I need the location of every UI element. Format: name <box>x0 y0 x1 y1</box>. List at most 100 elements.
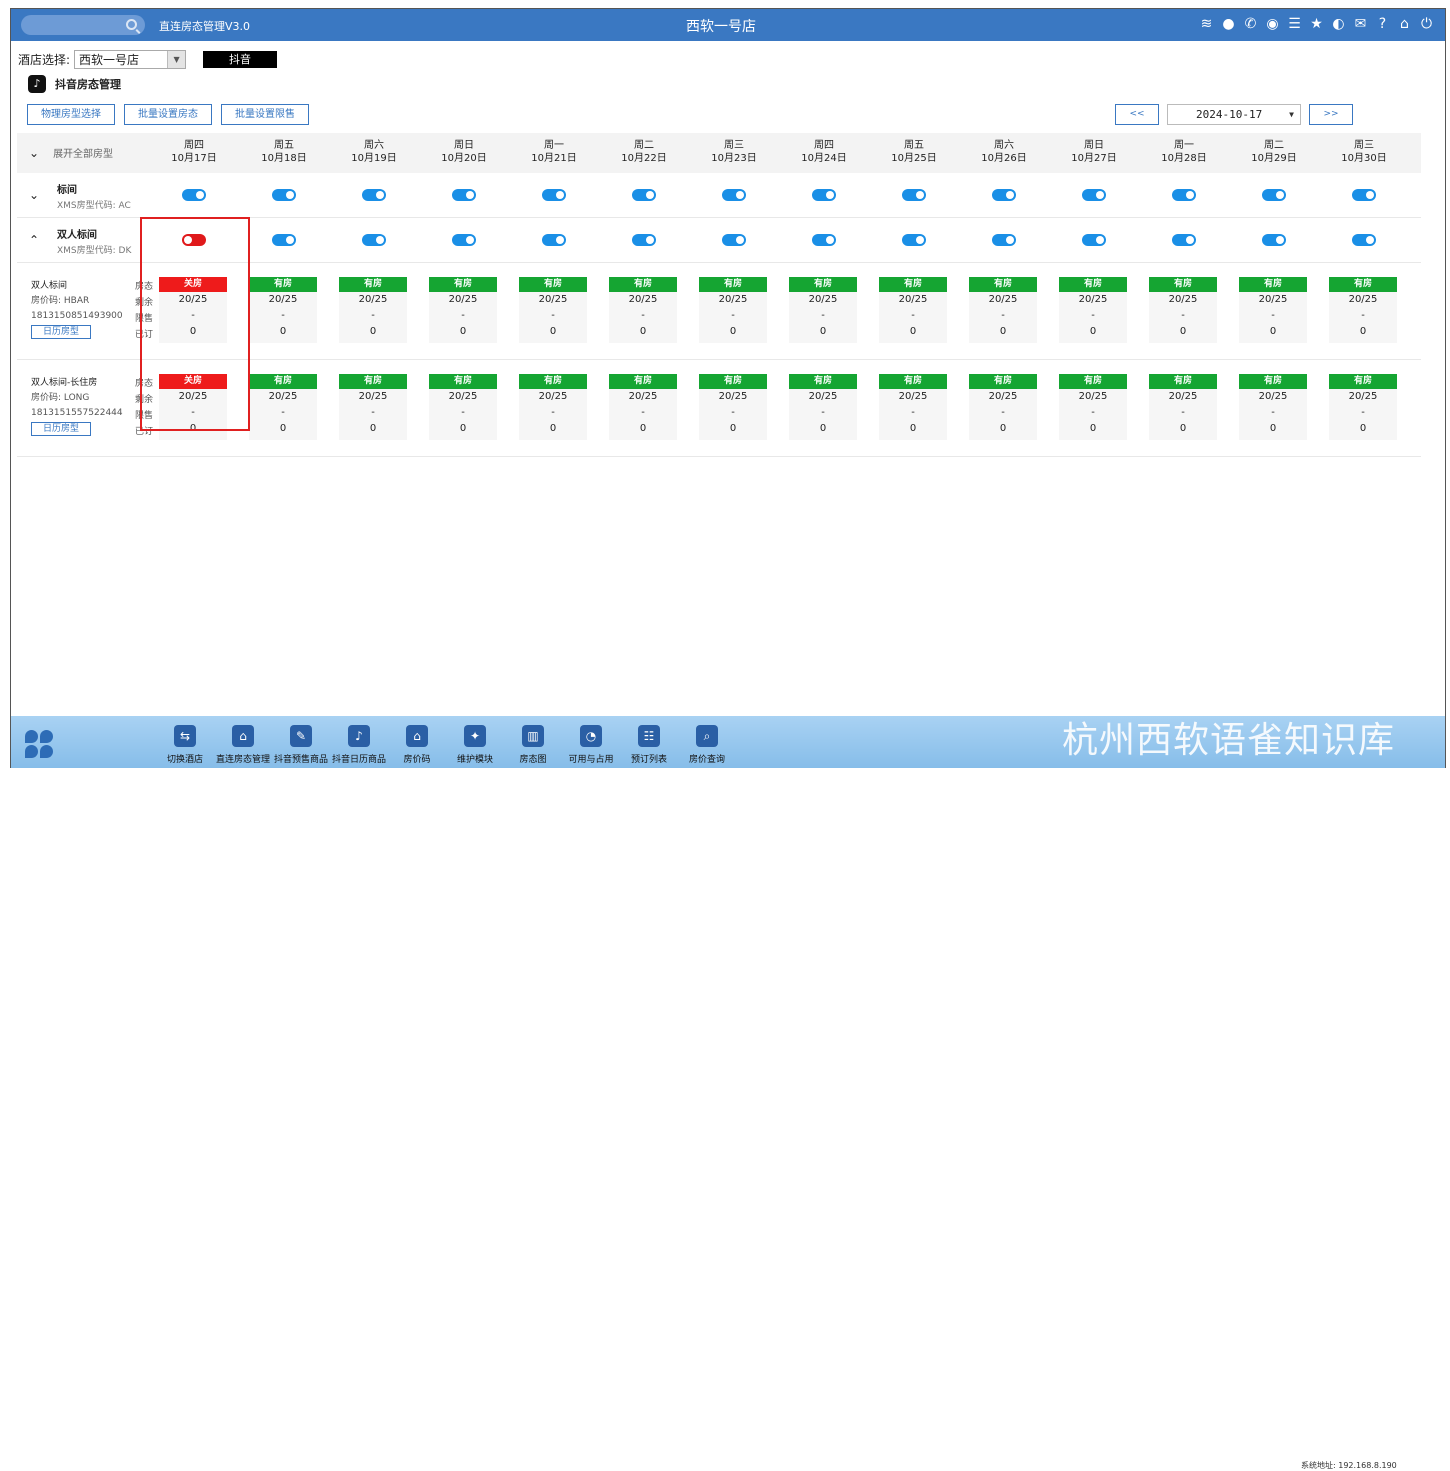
mail-icon[interactable]: ✉ <box>1352 16 1369 33</box>
status-badge[interactable]: 有房 <box>1329 277 1397 292</box>
day-date: 10月30日 <box>1341 153 1387 164</box>
status-badge[interactable]: 有房 <box>969 277 1037 292</box>
menu-icon[interactable]: ☰ <box>1286 16 1303 33</box>
contrast-icon[interactable]: ◐ <box>1330 16 1347 33</box>
availability-toggle[interactable] <box>272 234 296 246</box>
availability-toggle[interactable] <box>902 234 926 246</box>
footer-item[interactable]: ☷ 预订列表 <box>620 725 678 765</box>
date-select[interactable]: 2024-10-17 ▼ <box>1167 104 1301 125</box>
next-button[interactable]: >> <box>1309 104 1353 125</box>
status-badge[interactable]: 有房 <box>429 374 497 389</box>
hotel-select[interactable]: 西软一号店 ▼ <box>74 49 187 69</box>
footer-item[interactable]: ✦ 维护模块 <box>446 725 504 765</box>
availability-toggle[interactable] <box>362 189 386 201</box>
footer-item[interactable]: ✎ 抖音预售商品 <box>272 725 330 765</box>
palette-icon[interactable]: ◉ <box>1264 16 1281 33</box>
footer-item[interactable]: ⇆ 切换酒店 <box>156 725 214 765</box>
status-badge[interactable]: 有房 <box>699 374 767 389</box>
availability-toggle[interactable] <box>1172 234 1196 246</box>
day-date: 10月28日 <box>1161 153 1207 164</box>
status-badge[interactable]: 有房 <box>789 374 857 389</box>
help-icon[interactable]: ? <box>1374 16 1391 33</box>
calendar-room-button[interactable]: 日历房型 <box>31 325 91 339</box>
status-badge[interactable]: 有房 <box>1329 374 1397 389</box>
status-badge[interactable]: 有房 <box>1059 277 1127 292</box>
wifi-icon[interactable]: ≋ <box>1198 16 1215 33</box>
status-badge[interactable]: 有房 <box>519 277 587 292</box>
footer-item[interactable]: ⌂ 直连房态管理 <box>214 725 272 765</box>
status-badge[interactable]: 有房 <box>339 277 407 292</box>
status-badge[interactable]: 有房 <box>969 374 1037 389</box>
footer-item[interactable]: ⌂ 房价码 <box>388 725 446 765</box>
status-badge[interactable]: 有房 <box>249 374 317 389</box>
availability-toggle[interactable] <box>812 189 836 201</box>
availability-toggle[interactable] <box>632 189 656 201</box>
status-cell: 有房 20/25 - 0 <box>969 277 1037 343</box>
availability-toggle[interactable] <box>812 234 836 246</box>
remain-value: 20/25 <box>268 391 298 402</box>
status-badge[interactable]: 有房 <box>1149 374 1217 389</box>
status-badge[interactable]: 有房 <box>339 374 407 389</box>
availability-toggle[interactable] <box>992 234 1016 246</box>
prev-button[interactable]: << <box>1115 104 1159 125</box>
availability-toggle[interactable] <box>1352 189 1376 201</box>
status-badge[interactable]: 有房 <box>879 277 947 292</box>
power-icon[interactable]: ⏻ <box>1418 16 1435 33</box>
footer-item[interactable]: ▥ 房态图 <box>504 725 562 765</box>
chevron-down-icon[interactable]: ⌄ <box>29 188 39 202</box>
chevron-up-icon[interactable]: ⌃ <box>29 233 39 247</box>
batch-limit-button[interactable]: 批量设置限售 <box>221 104 309 125</box>
availability-toggle[interactable] <box>902 189 926 201</box>
status-badge[interactable]: 有房 <box>609 374 677 389</box>
status-badge[interactable]: 有房 <box>699 277 767 292</box>
status-badge[interactable]: 有房 <box>879 374 947 389</box>
status-badge[interactable]: 有房 <box>519 374 587 389</box>
availability-toggle[interactable] <box>452 234 476 246</box>
star-icon[interactable]: ★ <box>1308 16 1325 33</box>
status-badge[interactable]: 有房 <box>1149 277 1217 292</box>
availability-toggle[interactable] <box>1172 189 1196 201</box>
status-badge[interactable]: 有房 <box>429 277 497 292</box>
availability-toggle[interactable] <box>1262 189 1286 201</box>
availability-toggle[interactable] <box>1082 189 1106 201</box>
house-gear-icon: ⌂ <box>232 725 254 747</box>
status-badge[interactable]: 有房 <box>249 277 317 292</box>
availability-toggle[interactable] <box>182 189 206 201</box>
calendar-room-button[interactable]: 日历房型 <box>31 422 91 436</box>
status-badge[interactable]: 有房 <box>1239 374 1307 389</box>
status-badge[interactable]: 有房 <box>1239 277 1307 292</box>
status-badge[interactable]: 有房 <box>789 277 857 292</box>
booked-value: 0 <box>459 423 467 434</box>
phone-icon[interactable]: ✆ <box>1242 16 1259 33</box>
tiktok-icon: ♪ <box>28 75 46 93</box>
chat-icon[interactable]: ● <box>1220 16 1237 33</box>
footer-item[interactable]: ⌕ 房价查询 <box>678 725 736 765</box>
availability-toggle[interactable] <box>1352 234 1376 246</box>
footer-item-label: 切换酒店 <box>166 755 203 765</box>
availability-toggle[interactable] <box>452 189 476 201</box>
remain-value: 20/25 <box>448 294 478 305</box>
physical-room-type-button[interactable]: 物理房型选择 <box>27 104 115 125</box>
batch-status-button[interactable]: 批量设置房态 <box>124 104 212 125</box>
availability-toggle[interactable] <box>542 189 566 201</box>
status-badge[interactable]: 有房 <box>1059 374 1127 389</box>
availability-toggle[interactable] <box>272 189 296 201</box>
availability-toggle[interactable] <box>362 234 386 246</box>
home-icon[interactable]: ⌂ <box>1396 16 1413 33</box>
availability-toggle[interactable] <box>722 189 746 201</box>
day-date: 10月21日 <box>531 153 577 164</box>
availability-toggle[interactable] <box>1262 234 1286 246</box>
availability-toggle[interactable] <box>1082 234 1106 246</box>
status-cell: 有房 20/25 - 0 <box>789 277 857 343</box>
availability-toggle[interactable] <box>722 234 746 246</box>
expand-all-button[interactable]: ⌄ 展开全部房型 <box>29 145 113 161</box>
status-badge[interactable]: 有房 <box>609 277 677 292</box>
search-doc-icon: ⌕ <box>696 725 718 747</box>
availability-toggle[interactable] <box>542 234 566 246</box>
footer-item[interactable]: ◔ 可用与占用 <box>562 725 620 765</box>
availability-toggle[interactable] <box>632 234 656 246</box>
search-input[interactable] <box>21 15 145 35</box>
channel-button[interactable]: 抖音 <box>203 50 278 68</box>
footer-item[interactable]: ♪ 抖音日历商品 <box>330 725 388 765</box>
availability-toggle[interactable] <box>992 189 1016 201</box>
